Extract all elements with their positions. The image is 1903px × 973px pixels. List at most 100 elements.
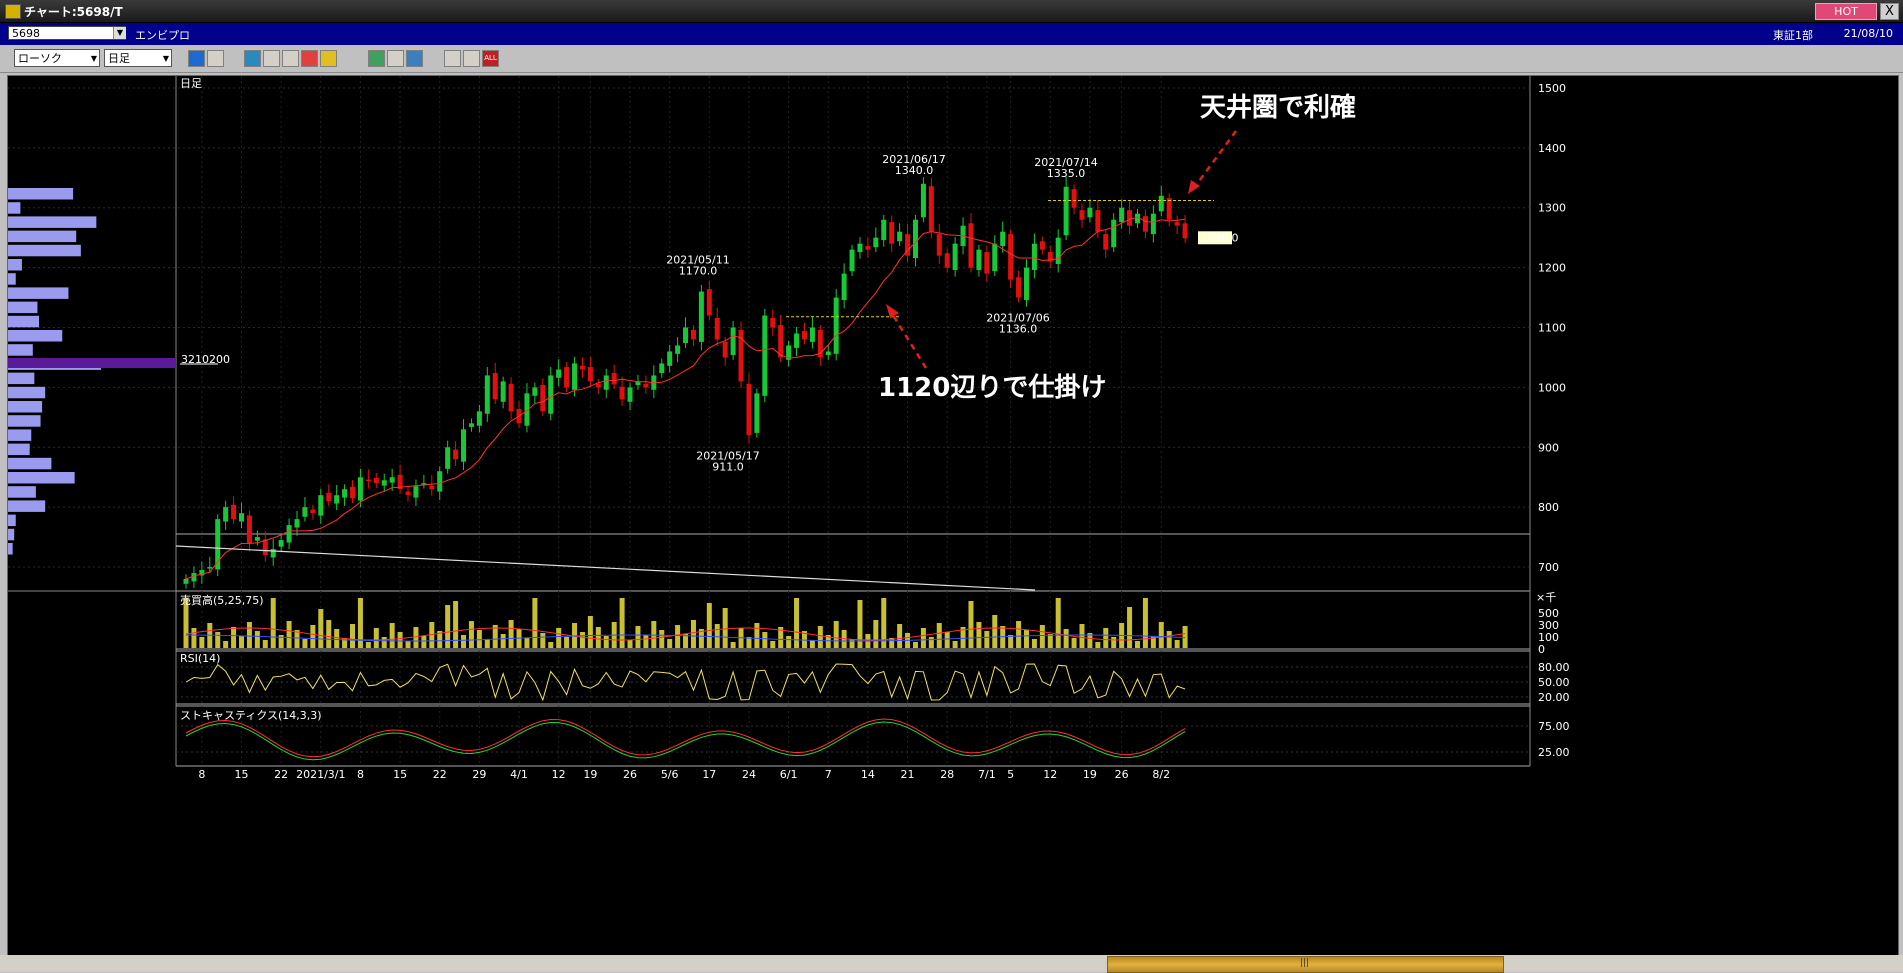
erase-icon[interactable] — [387, 50, 404, 67]
redo-icon[interactable] — [406, 50, 423, 67]
volume-bar — [1103, 628, 1109, 648]
zoom-icon[interactable] — [188, 50, 205, 67]
profile-bar — [8, 472, 75, 484]
volume-bar — [310, 625, 316, 648]
profile-highlight-bar — [8, 358, 176, 368]
volume-bar — [984, 631, 990, 648]
volume-bar — [714, 624, 720, 648]
price-tick-label: 1300 — [1538, 202, 1566, 215]
candle-body — [730, 327, 736, 356]
candle-body — [223, 507, 229, 522]
candle-body — [1103, 234, 1109, 250]
candle-body — [722, 341, 728, 358]
candle-body — [928, 186, 934, 232]
candle-body — [556, 369, 562, 378]
candle-body — [468, 423, 474, 427]
volume-bar — [246, 622, 252, 648]
volume-bar — [350, 624, 356, 648]
list-icon[interactable] — [207, 50, 224, 67]
candle-body — [572, 363, 578, 390]
all-icon[interactable]: ALL — [482, 50, 499, 67]
candle-body — [334, 495, 340, 504]
x-tick-label: 2021/3/1 — [296, 768, 345, 781]
last-price-label: 1249.0 — [1200, 231, 1239, 244]
candle-body — [461, 429, 467, 462]
split-icon[interactable] — [463, 50, 480, 67]
time-scrollbar[interactable]: ||| — [0, 955, 1903, 973]
volume-bar — [389, 623, 395, 648]
candle-body — [357, 477, 363, 501]
price-tick-label: 1100 — [1538, 322, 1566, 335]
volume-bar — [1127, 607, 1133, 648]
candle-body — [881, 219, 887, 241]
volume-bar — [976, 622, 982, 648]
stoch-tick-label: 75.00 — [1538, 720, 1570, 733]
volume-bar — [318, 609, 324, 648]
candle-body — [912, 219, 918, 259]
volume-bar — [191, 628, 197, 648]
volume-bar — [690, 620, 696, 648]
candle-body — [476, 411, 482, 426]
download-icon[interactable] — [244, 50, 261, 67]
volume-bar — [476, 630, 482, 648]
volume-bar — [643, 635, 649, 648]
chart-canvas[interactable]: 1249.02021/05/111170.02021/05/17911.0202… — [8, 76, 1898, 956]
x-tick-label: 17 — [702, 768, 716, 781]
alert-icon[interactable] — [320, 50, 337, 67]
volume-bar — [770, 641, 776, 648]
rsi-line — [185, 663, 1186, 702]
stock-name: エンビプロ — [135, 29, 190, 42]
hot-button[interactable]: HOT — [1815, 3, 1877, 20]
x-tick-label: 8 — [357, 768, 364, 781]
volume-bar — [944, 632, 950, 648]
candle-body — [492, 373, 498, 400]
volume-bar — [1134, 641, 1140, 648]
volume-bar — [659, 630, 665, 648]
volume-bar — [730, 642, 736, 648]
candle-body — [453, 449, 459, 460]
chevron-down-icon[interactable]: ▼ — [113, 27, 126, 39]
candle-body — [667, 351, 673, 366]
x-tick-label: 19 — [583, 768, 597, 781]
price-tick-label: 1200 — [1538, 262, 1566, 275]
candle-body — [746, 383, 752, 436]
draw-line-icon[interactable] — [368, 50, 385, 67]
candle-body — [183, 579, 189, 584]
candle-body — [952, 243, 958, 271]
candle-body — [278, 540, 284, 547]
x-tick-label: 14 — [861, 768, 875, 781]
price-tick-label: 800 — [1538, 501, 1559, 514]
x-tick-label: 8/2 — [1152, 768, 1170, 781]
x-tick-label: 5 — [1007, 768, 1014, 781]
period-select[interactable]: 日足 ▼ — [104, 49, 172, 67]
compare-icon[interactable] — [444, 50, 461, 67]
arrow-line-bottom — [889, 311, 928, 369]
profile-bar — [8, 259, 22, 271]
candle-body — [714, 317, 720, 340]
window-title: チャート:5698/T — [24, 5, 123, 19]
candle-body — [1174, 222, 1180, 226]
volume-bar — [365, 642, 371, 648]
x-tick-label: 28 — [940, 768, 954, 781]
profile-bar — [8, 330, 63, 342]
chart-type-select[interactable]: ローソク ▼ — [14, 49, 100, 67]
arrow-head-bottom — [886, 304, 899, 318]
volume-bar — [397, 632, 403, 648]
candle-body — [532, 387, 538, 396]
volume-bar — [936, 623, 942, 648]
close-button[interactable]: X — [1880, 3, 1899, 20]
volume-bar — [1111, 637, 1117, 648]
indicator-icon[interactable] — [301, 50, 318, 67]
candle-body — [579, 365, 585, 370]
x-tick-label: 12 — [1043, 768, 1057, 781]
stock-code-input[interactable]: 5698 — [8, 26, 126, 40]
candle-body — [350, 486, 356, 499]
search-icon[interactable] — [263, 50, 280, 67]
candle-body — [968, 223, 974, 268]
x-tick-label: 7/1 — [978, 768, 996, 781]
chart-area[interactable]: 1249.0 2021/05/11 1170.0 2021/05/17 911.0 202… — [7, 75, 1899, 957]
candle-body — [500, 381, 506, 402]
x-tick-label: 19 — [1083, 768, 1097, 781]
grid-icon[interactable] — [282, 50, 299, 67]
profile-bar — [8, 315, 39, 328]
